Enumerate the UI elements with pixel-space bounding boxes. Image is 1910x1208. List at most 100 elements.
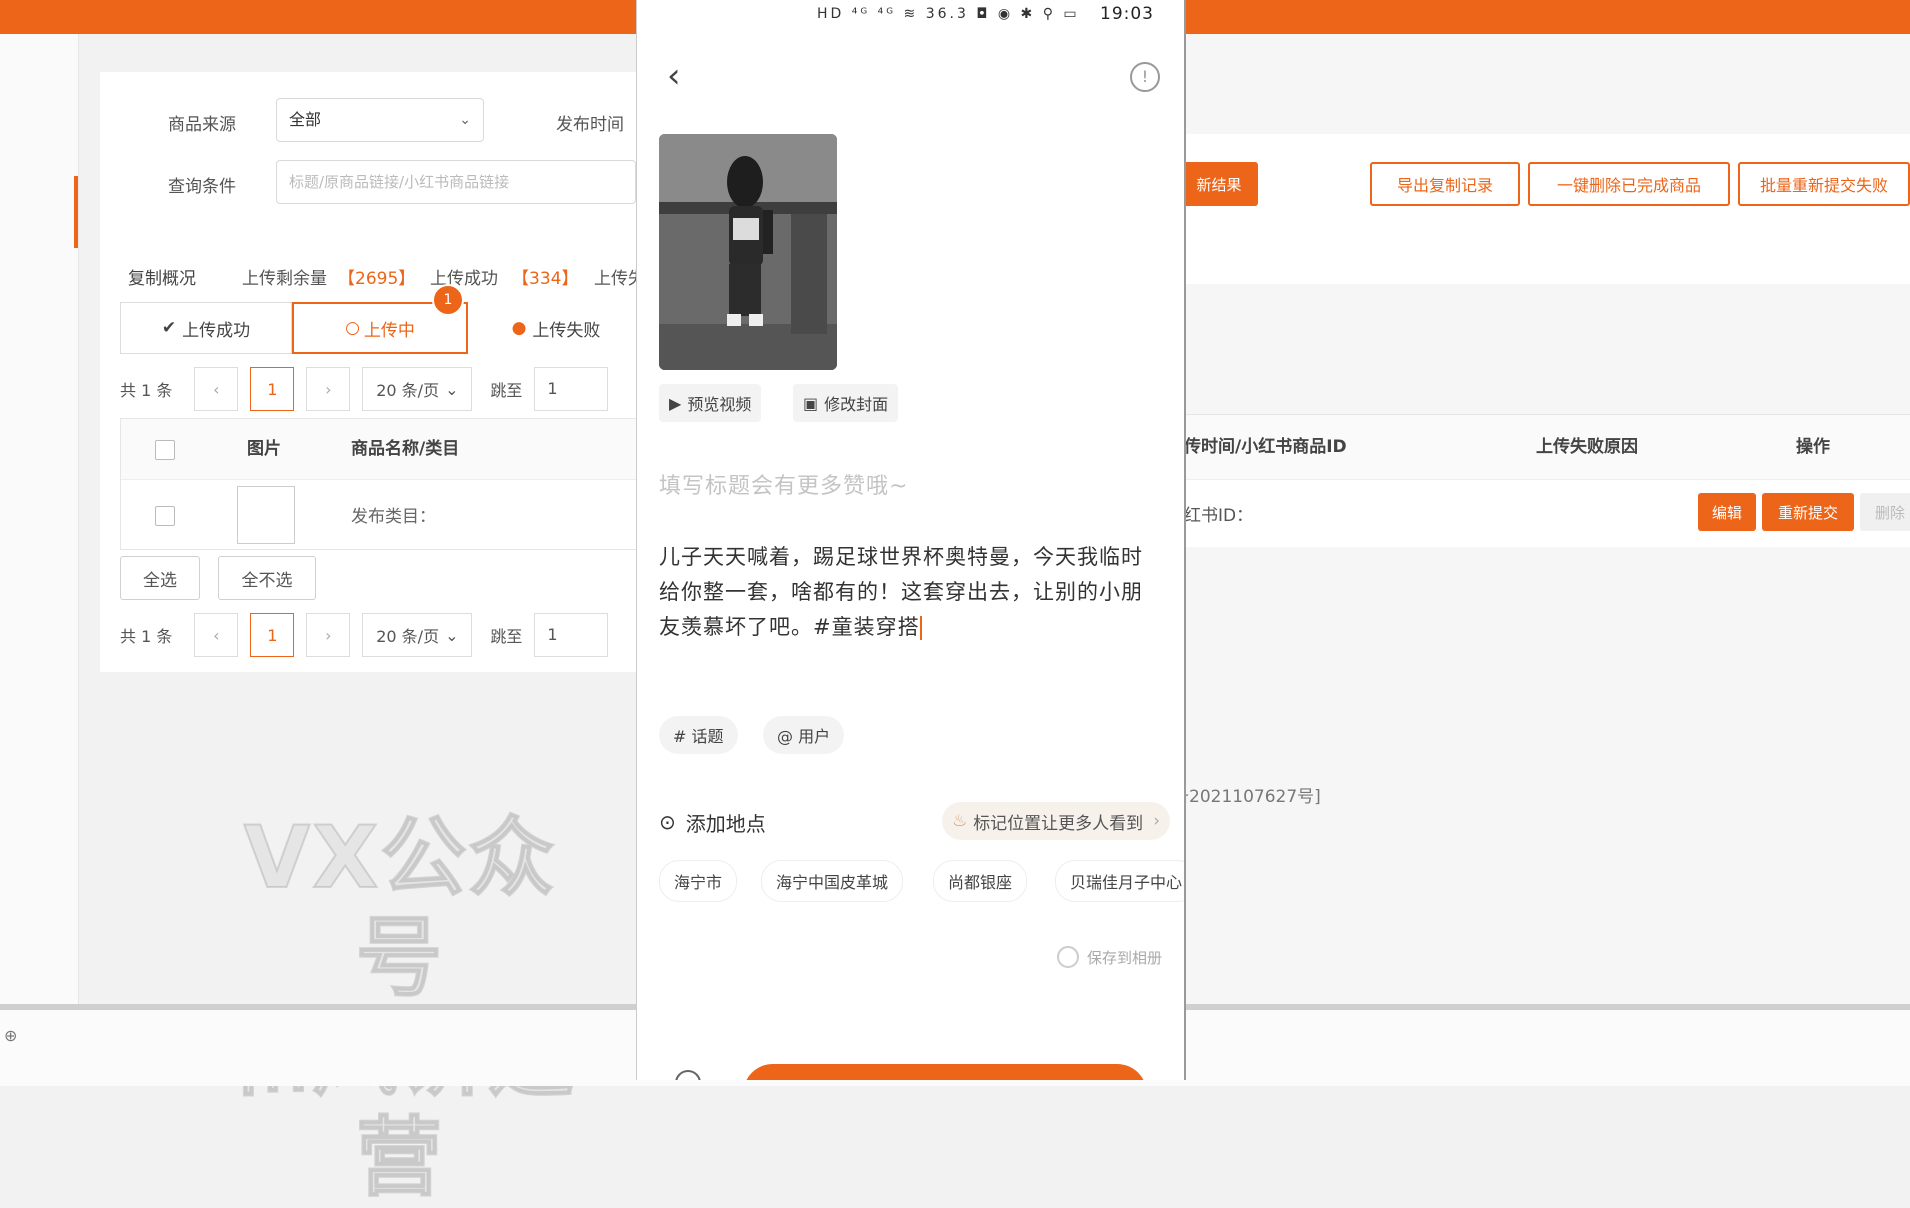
location-option[interactable]: 贝瑞佳月子中心: [1055, 860, 1184, 902]
location-hint[interactable]: ♨ 标记位置让更多人看到 ›: [941, 802, 1170, 840]
overview-label: 复制概况: [128, 269, 196, 289]
title-input[interactable]: 填写标题会有更多赞哦~: [659, 468, 908, 500]
resubmit-button[interactable]: 重新提交: [1762, 493, 1854, 531]
text-cursor: [919, 616, 922, 640]
preview-video-label: 预览视频: [687, 395, 752, 414]
back-arrow-icon[interactable]: ‹: [667, 56, 681, 96]
source-select-value: 全部: [289, 110, 322, 129]
prev-page-button[interactable]: ‹: [194, 367, 239, 411]
location-option[interactable]: 尚都银座: [933, 860, 1028, 902]
image-icon: ▣: [803, 393, 819, 413]
export-records-button[interactable]: 导出复制记录: [1370, 162, 1520, 206]
query-input[interactable]: 标题/原商品链接/小红书商品链接: [276, 160, 636, 204]
jump-input[interactable]: 1: [534, 613, 609, 657]
next-page-button[interactable]: ›: [306, 367, 351, 411]
chevron-down-icon: ⌄: [445, 379, 459, 399]
plus-circle-icon[interactable]: ⊕: [4, 1026, 17, 1045]
chevron-down-icon: ⌄: [459, 112, 471, 128]
jump-input[interactable]: 1: [534, 367, 609, 411]
edit-button[interactable]: 编辑: [1698, 493, 1756, 531]
publish-button[interactable]: [743, 1064, 1147, 1080]
row-checkbox[interactable]: [155, 506, 175, 526]
batch-resubmit-button[interactable]: 批量重新提交失败: [1738, 162, 1910, 206]
tab-label: 上传成功: [182, 320, 251, 341]
product-table: 图片 商品名称/类目 发布类目：: [120, 418, 642, 550]
delete-completed-button[interactable]: 一键删除已完成商品: [1528, 162, 1730, 206]
col-image-header: 图片: [247, 439, 281, 459]
count-badge: 1: [432, 284, 464, 316]
left-sidebar: [0, 34, 79, 1004]
video-cover-image[interactable]: [659, 134, 837, 370]
sidebar-active-indicator: [74, 176, 78, 248]
page-size-value: 20 条/页: [376, 627, 440, 646]
pagination-bottom: 共 1 条 ‹ 1 › 20 条/页 ⌄ 跳至 1: [120, 612, 609, 658]
next-page-button[interactable]: ›: [306, 613, 351, 657]
remaining-label: 上传剩余量: [242, 269, 327, 289]
child-photo-illustration: [659, 134, 837, 370]
row-item-id: 红书ID：: [1184, 506, 1254, 526]
refresh-results-button[interactable]: 新结果: [1180, 162, 1258, 206]
topic-button[interactable]: # 话题: [659, 716, 738, 754]
pagination-top: 共 1 条 ‹ 1 › 20 条/页 ⌄ 跳至 1: [120, 366, 609, 412]
mention-user-button[interactable]: @ 用户: [763, 716, 845, 754]
location-pin-icon: ⊙: [659, 810, 676, 834]
remaining-count: 【2695】: [338, 269, 416, 289]
total-count: 共 1 条: [120, 627, 173, 646]
col-action-header: 操作: [1796, 437, 1830, 457]
row-category: 发布类目：: [351, 507, 436, 527]
page-number-button[interactable]: 1: [250, 367, 295, 411]
save-to-album-toggle[interactable]: 保存到相册: [1056, 946, 1162, 968]
deselect-all-button[interactable]: 全不选: [218, 556, 316, 600]
draft-icon[interactable]: [675, 1070, 701, 1080]
right-content: 新结果 导出复制记录 一键删除已完成商品 批量重新提交失败 传时间/小红书商品I…: [1172, 34, 1910, 1004]
page-size-select[interactable]: 20 条/页 ⌄: [362, 367, 473, 411]
filter-card: 商品来源 全部 ⌄ 发布时间 查询条件 标题/原商品链接/小红书商品链接 复制概…: [100, 72, 645, 672]
preview-video-button[interactable]: ▶ 预览视频: [659, 384, 762, 422]
page-size-select[interactable]: 20 条/页 ⌄: [362, 613, 473, 657]
col-time-header: 传时间/小红书商品ID: [1184, 437, 1347, 457]
select-all-button[interactable]: 全选: [120, 556, 200, 600]
page-size-value: 20 条/页: [376, 381, 440, 400]
icp-record[interactable]: 备2021107627号]: [1172, 782, 1321, 807]
tab-uploading[interactable]: ○ 上传中 1: [292, 284, 468, 354]
info-icon[interactable]: !: [1130, 62, 1160, 92]
error-dot-icon: ●: [511, 318, 527, 338]
source-select[interactable]: 全部 ⌄: [276, 98, 484, 142]
status-bar-icons: HD ⁴ᴳ ⁴ᴳ ≋ 36.3 ◘ ◉ ✱ ⚲ ▭: [817, 6, 1080, 22]
product-thumbnail: [237, 486, 295, 544]
body-textarea[interactable]: 儿子天天喊着，踢足球世界杯奥特曼，今天我临时给你整一套，啥都有的！这套穿出去，让…: [659, 540, 1159, 645]
action-toolbar: 新结果 导出复制记录 一键删除已完成商品 批量重新提交失败: [1180, 134, 1910, 284]
status-tabs: ✔ 上传成功 ○ 上传中 1 ● 上传失败: [120, 284, 644, 354]
phone-screen: HD ⁴ᴳ ⁴ᴳ ≋ 36.3 ◘ ◉ ✱ ⚲ ▭ 19:03 ‹ ! ▶ 预览…: [636, 0, 1186, 1080]
watermark-line-1: VX公众号: [243, 807, 557, 1009]
tab-upload-success[interactable]: ✔ 上传成功: [120, 302, 292, 354]
col-reason-header: 上传失败原因: [1536, 437, 1638, 457]
location-option[interactable]: 海宁市: [659, 860, 738, 902]
delete-button[interactable]: 删除: [1860, 493, 1910, 531]
status-time: 19:03: [1100, 4, 1154, 24]
location-hint-text: 标记位置让更多人看到: [973, 813, 1144, 834]
page-number-button[interactable]: 1: [250, 613, 295, 657]
add-location-label: 添加地点: [685, 811, 766, 836]
tab-label: 上传中: [363, 320, 415, 341]
col-name-header: 商品名称/类目: [351, 439, 460, 459]
edit-cover-button[interactable]: ▣ 修改封面: [793, 384, 899, 422]
jump-label: 跳至: [490, 627, 523, 646]
hashtag-text: #童装穿搭: [813, 615, 920, 639]
source-label: 商品来源: [168, 115, 236, 135]
success-count: 【334】: [512, 269, 579, 289]
result-table: 传时间/小红书商品ID 上传失败原因 操作 红书ID： 编辑 重新提交 删除: [1180, 414, 1910, 547]
publish-time-label: 发布时间: [556, 115, 624, 135]
total-count: 共 1 条: [120, 381, 173, 400]
prev-page-button[interactable]: ‹: [194, 613, 239, 657]
loading-circle-icon: ○: [345, 318, 360, 338]
select-all-checkbox[interactable]: [155, 440, 175, 460]
check-circle-icon: ✔: [161, 318, 177, 338]
tab-upload-failed[interactable]: ● 上传失败: [468, 302, 644, 354]
table-row: 发布类目：: [121, 479, 641, 550]
location-option[interactable]: 海宁中国皮革城: [761, 860, 904, 902]
jump-label: 跳至: [490, 381, 523, 400]
tab-label: 上传失败: [532, 320, 601, 341]
save-album-label: 保存到相册: [1086, 948, 1162, 967]
chevron-down-icon: ⌄: [445, 625, 459, 645]
